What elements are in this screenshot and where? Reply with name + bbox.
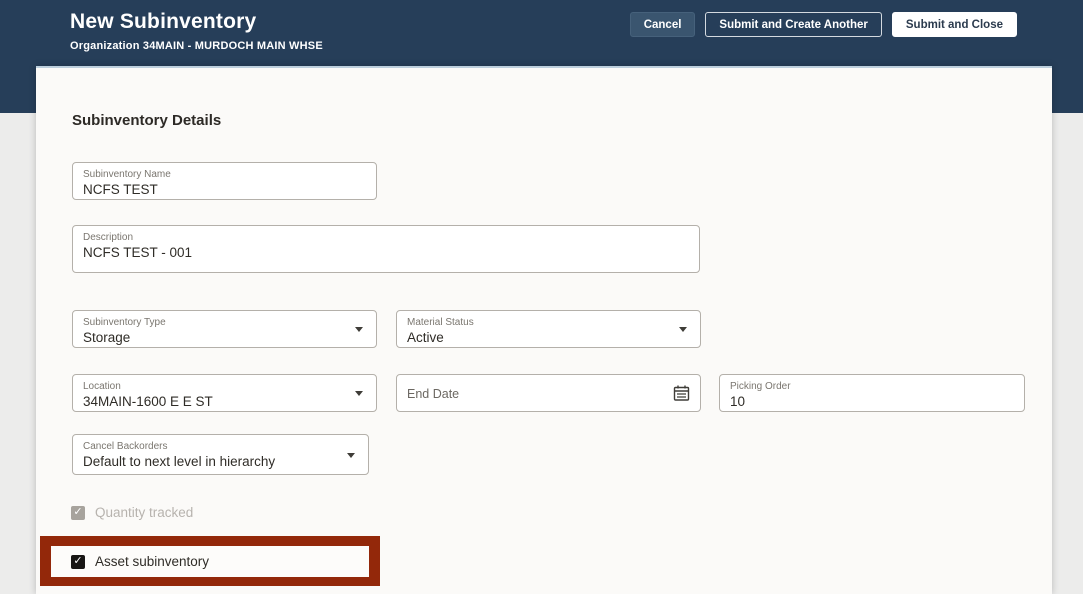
cancel-backorders-label: Cancel Backorders: [83, 441, 168, 452]
picking-order-field[interactable]: Picking Order 10: [719, 374, 1025, 412]
highlight-annotation-box: ✓ Asset subinventory: [40, 536, 380, 586]
asset-subinventory-checkbox[interactable]: ✓: [71, 554, 85, 569]
checkmark-icon: ✓: [73, 555, 83, 567]
calendar-icon[interactable]: [673, 385, 690, 402]
page-title: New Subinventory: [70, 10, 257, 33]
section-title: Subinventory Details: [72, 112, 222, 129]
subinventory-type-value: Storage: [83, 330, 131, 345]
asset-subinventory-checkbox-row[interactable]: ✓ Asset subinventory: [51, 546, 369, 577]
description-value: NCFS TEST - 001: [83, 245, 193, 260]
submit-and-create-another-button[interactable]: Submit and Create Another: [705, 12, 882, 37]
material-status-dropdown[interactable]: Material Status Active: [396, 310, 701, 348]
submit-and-close-button[interactable]: Submit and Close: [891, 12, 1017, 37]
checkmark-icon: ✓: [73, 506, 83, 518]
description-field[interactable]: Description NCFS TEST - 001: [72, 225, 700, 273]
location-value: 34MAIN-1600 E E ST: [83, 394, 213, 409]
description-label: Description: [83, 232, 134, 243]
quantity-tracked-label: Quantity tracked: [95, 505, 194, 520]
cancel-button[interactable]: Cancel: [629, 12, 696, 37]
location-label: Location: [83, 381, 121, 392]
cancel-backorders-value: Default to next level in hierarchy: [83, 454, 276, 469]
subinventory-name-value: NCFS TEST: [83, 182, 158, 197]
chevron-down-icon[interactable]: [347, 452, 355, 458]
quantity-tracked-checkbox-row: ✓ Quantity tracked: [71, 505, 193, 520]
subinventory-type-dropdown[interactable]: Subinventory Type Storage: [72, 310, 377, 348]
material-status-value: Active: [407, 330, 444, 345]
chevron-down-icon[interactable]: [355, 327, 363, 332]
chevron-down-icon[interactable]: [355, 391, 363, 396]
subinventory-name-label: Subinventory Name: [83, 169, 171, 180]
quantity-tracked-checkbox: ✓: [71, 505, 85, 520]
picking-order-label: Picking Order: [730, 381, 791, 392]
picking-order-value: 10: [730, 394, 746, 409]
subinventory-details-panel: Subinventory Details Subinventory Name N…: [36, 66, 1052, 594]
end-date-field[interactable]: End Date: [396, 374, 701, 412]
subinventory-type-label: Subinventory Type: [83, 317, 166, 328]
new-subinventory-page: New Subinventory Organization 34MAIN - M…: [0, 0, 1083, 594]
material-status-label: Material Status: [407, 317, 474, 328]
asset-subinventory-label: Asset subinventory: [95, 554, 210, 569]
cancel-backorders-dropdown[interactable]: Cancel Backorders Default to next level …: [72, 434, 369, 475]
end-date-label: End Date: [407, 387, 460, 401]
chevron-down-icon[interactable]: [679, 327, 687, 332]
organization-subtitle: Organization 34MAIN - MURDOCH MAIN WHSE: [70, 40, 323, 52]
header-actions: Cancel Submit and Create Another Submit …: [629, 12, 1017, 37]
subinventory-name-field[interactable]: Subinventory Name NCFS TEST: [72, 162, 377, 200]
location-dropdown[interactable]: Location 34MAIN-1600 E E ST: [72, 374, 377, 412]
